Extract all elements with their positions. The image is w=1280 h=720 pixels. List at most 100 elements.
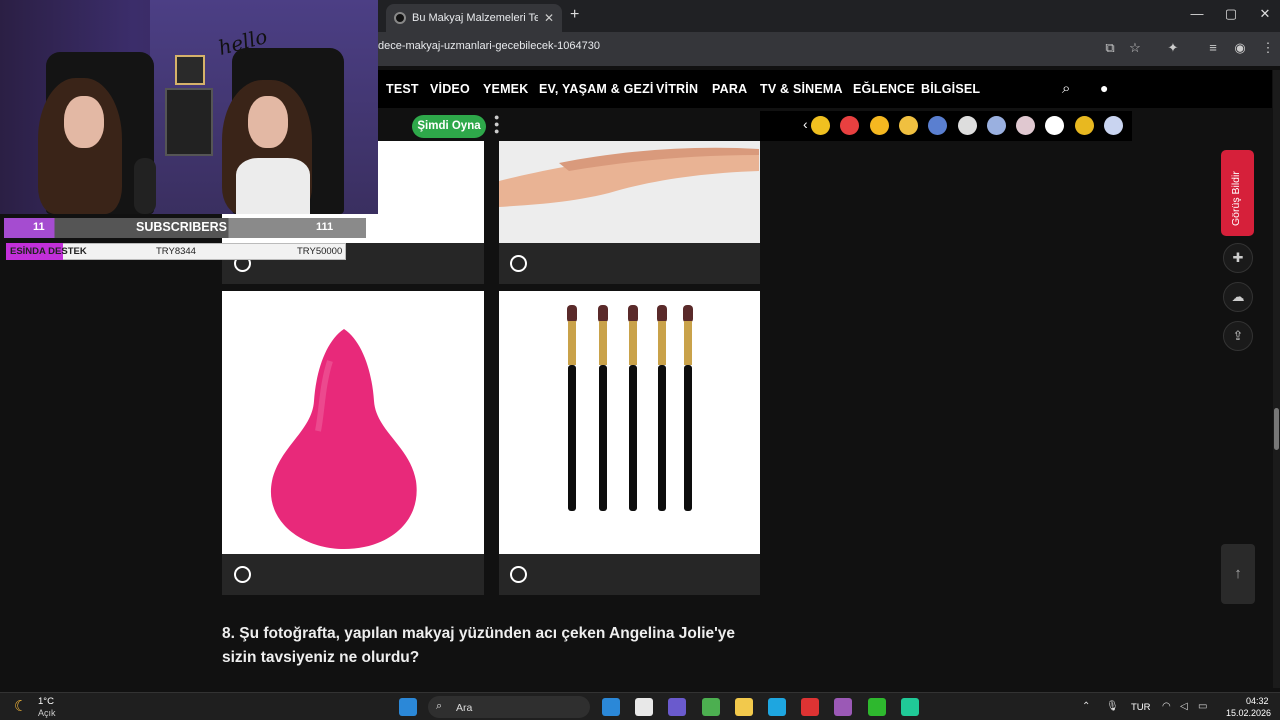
taskbar-app-icon[interactable] (701, 698, 720, 716)
reaction-emoji-icon[interactable] (898, 116, 918, 135)
answer-radio[interactable] (510, 255, 527, 272)
reaction-emoji-icon[interactable] (1016, 116, 1036, 135)
answer-footer[interactable] (499, 554, 760, 595)
reaction-emoji-icon[interactable] (1074, 116, 1094, 135)
brush-bristles (683, 305, 693, 323)
install-icon[interactable]: ⧉ (1100, 40, 1120, 56)
tray-chevron-up-icon[interactable]: ⌃ (1082, 701, 1090, 712)
maximize-button[interactable]: ▢ (1216, 6, 1246, 22)
taskbar-app-icon[interactable] (734, 698, 753, 716)
taskbar-search[interactable] (428, 696, 590, 718)
search-icon: ⌕ (436, 700, 443, 712)
reaction-emoji-icon[interactable] (986, 116, 1006, 135)
weather-moon-icon[interactable]: ☾ (14, 697, 27, 715)
feedback-button[interactable]: Görüş Bildir (1221, 150, 1254, 236)
nav-bilgisel[interactable]: BİLGİSEL (921, 82, 980, 96)
microphone-icon[interactable]: 🎙 (1106, 701, 1119, 712)
bookmark-icon[interactable]: ✚ (1223, 243, 1253, 273)
reaction-emoji-icon[interactable] (1104, 116, 1123, 135)
clock-time[interactable]: 04:32 (1246, 696, 1269, 706)
taskbar-app-icon[interactable] (834, 698, 853, 716)
weather-temp[interactable]: 1°C (38, 696, 54, 707)
brush-handle (629, 365, 637, 511)
nav-yemek[interactable]: YEMEK (483, 82, 528, 96)
comments-icon[interactable]: ☁ (1223, 282, 1253, 312)
site-favicon-icon (394, 12, 406, 24)
wall-frame-cat (165, 88, 213, 156)
clock-date[interactable]: 15.02.2026 (1226, 708, 1271, 718)
subscriber-count: 11 (33, 221, 45, 233)
tab-close-icon[interactable]: ✕ (544, 11, 554, 25)
reaction-emoji-icon[interactable] (957, 116, 977, 135)
wall-frame (175, 55, 205, 85)
answer-image-sponge[interactable] (222, 291, 484, 554)
reaction-emoji-icon[interactable] (869, 116, 889, 135)
url-field[interactable]: dece-makyaj-uzmanlari-gecebilecek-106473… (378, 40, 600, 52)
brush-bristles (628, 305, 638, 323)
webcam-overlay: hello (0, 0, 378, 214)
nav-test[interactable]: TEST (386, 82, 419, 96)
streamer-top (236, 158, 310, 214)
search-icon[interactable]: ⌕ (1062, 80, 1070, 97)
wifi-icon[interactable]: ◠ (1162, 701, 1171, 712)
share-icon[interactable]: ⇪ (1223, 321, 1253, 351)
page-scrollbar[interactable] (1273, 70, 1280, 688)
nav-tv-sinema[interactable]: TV & SİNEMA (760, 82, 843, 96)
brush-ferrule (568, 321, 576, 365)
keyboard-language[interactable]: TUR (1131, 702, 1151, 713)
question-text: 8. Şu fotoğrafta, yapılan makyaj yüzünde… (222, 625, 736, 666)
subscriber-label: SUBSCRIBERS (136, 220, 227, 234)
menu-icon[interactable]: ⋮ (1258, 40, 1278, 56)
brush-ferrule (658, 321, 666, 365)
taskbar-app-icon[interactable] (635, 698, 654, 716)
profile-icon[interactable]: ◉ (1230, 40, 1250, 56)
nav-vitrin[interactable]: VİTRİN (656, 82, 698, 96)
close-window-button[interactable]: ✕ (1250, 6, 1280, 22)
brush-handle (658, 365, 666, 511)
brush-bristles (657, 305, 667, 323)
brush-ferrule (684, 321, 692, 365)
media-icon[interactable]: ≡ (1203, 40, 1223, 55)
taskbar-app-icon[interactable] (602, 698, 620, 716)
brush-bristles (567, 305, 577, 323)
chevron-left-icon[interactable]: ‹ (803, 116, 808, 132)
play-now-button[interactable]: Şimdi Oyna (412, 115, 486, 138)
taskbar-app-icon[interactable] (668, 698, 687, 716)
brush-ferrule (599, 321, 607, 365)
taskbar-app-icon[interactable] (768, 698, 786, 716)
weather-desc[interactable]: Açık (38, 708, 56, 718)
taskbar-app-icon[interactable] (867, 698, 886, 716)
hand-illustration (499, 147, 759, 207)
nav-eglence[interactable]: EĞLENCE (853, 82, 915, 96)
answer-radio[interactable] (234, 566, 251, 583)
answer-footer[interactable] (499, 243, 760, 284)
scrollbar-thumb[interactable] (1274, 408, 1279, 450)
donation-label: ESİNDA DESTEK (10, 246, 87, 257)
start-button[interactable] (399, 698, 417, 716)
taskbar-app-icon[interactable] (900, 698, 919, 716)
answer-image-hand[interactable] (499, 141, 760, 243)
new-tab-button[interactable]: + (570, 6, 579, 24)
brush-ferrule (629, 321, 637, 365)
answer-footer[interactable] (222, 554, 484, 595)
extensions-icon[interactable]: ✦ (1163, 40, 1183, 56)
nav-ev-yasam-gezi[interactable]: EV, YAŞAM & GEZİ (539, 82, 654, 96)
battery-icon[interactable]: ▭ (1198, 701, 1207, 712)
brush-handle (599, 365, 607, 511)
reaction-emoji-icon[interactable] (811, 116, 830, 135)
taskbar-app-icon[interactable] (801, 698, 820, 716)
scroll-to-top-button[interactable]: ↑ (1221, 544, 1255, 604)
answer-image-brushes[interactable] (499, 291, 760, 554)
taskbar-search-label: Ara (456, 702, 473, 714)
answer-radio[interactable] (510, 566, 527, 583)
star-icon[interactable]: ☆ (1125, 40, 1145, 56)
more-options-icon[interactable]: ● ● ● (494, 113, 499, 136)
browser-tab-active[interactable]: Bu Makyaj Malzemeleri Testind ✕ (386, 4, 562, 32)
user-icon[interactable]: ● (1100, 80, 1108, 96)
nav-video[interactable]: VİDEO (430, 82, 470, 96)
volume-icon[interactable]: ◁ (1180, 701, 1188, 712)
subscriber-goal: 111 (316, 221, 334, 233)
tab-title: Bu Makyaj Malzemeleri Testind (412, 12, 538, 24)
nav-para[interactable]: PARA (712, 82, 747, 96)
minimize-button[interactable]: — (1182, 6, 1212, 21)
